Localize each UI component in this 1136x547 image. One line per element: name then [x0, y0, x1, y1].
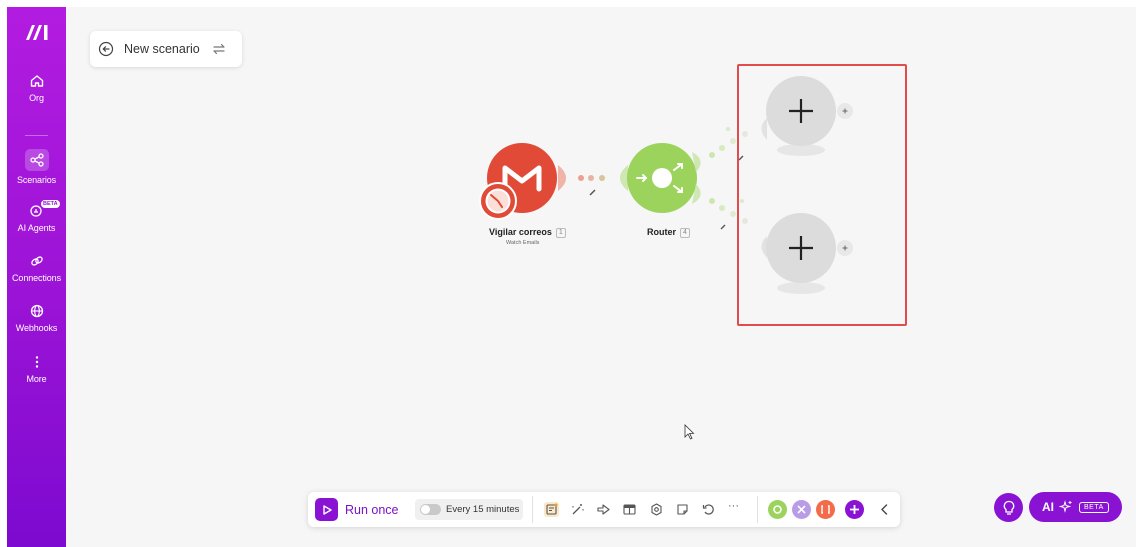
note-icon[interactable]: [675, 502, 690, 517]
filter-icon[interactable]: [726, 127, 730, 131]
connection-dot: [709, 152, 715, 158]
text-parser-module-icon[interactable]: [816, 500, 835, 519]
mouse-cursor-icon: [684, 424, 695, 440]
module-number-badge: 1: [555, 228, 566, 238]
flow-control-module-icon[interactable]: [792, 500, 811, 519]
gmail-connector: [558, 165, 566, 191]
gear-icon[interactable]: [649, 502, 664, 517]
add-module-plus-button[interactable]: [845, 500, 864, 519]
ai-beta-badge: BETA: [1079, 501, 1109, 513]
run-once-label: Run once: [345, 502, 399, 517]
undo-icon[interactable]: [701, 502, 716, 517]
router-connector: [620, 165, 628, 191]
module-number-badge: 4: [680, 228, 690, 238]
schedule-switch[interactable]: [420, 504, 441, 515]
gmail-module-sublabel: Watch Emails: [506, 240, 540, 246]
wrench-icon[interactable]: [589, 189, 596, 196]
clock-trigger-icon[interactable]: [479, 182, 517, 220]
sparkles-icon: [1059, 500, 1072, 513]
connection-dot: [709, 198, 715, 204]
router-module-label: Router 4: [647, 227, 690, 238]
lightbulb-icon: [1003, 500, 1014, 515]
wrench-icon[interactable]: [720, 224, 726, 230]
more-options-icon[interactable]: ···: [728, 500, 743, 515]
tips-button[interactable]: [994, 493, 1023, 522]
toolbar-divider: [757, 496, 758, 523]
ai-button-label: AI: [1042, 500, 1054, 514]
router-module[interactable]: [627, 143, 697, 213]
connection-dot: [578, 175, 584, 181]
schedule-label: Every 15 minutes: [446, 504, 520, 515]
connection-dot: [730, 138, 736, 144]
ai-assistant-button[interactable]: AI BETA: [1029, 492, 1122, 522]
table-icon[interactable]: [622, 502, 637, 517]
scenario-graph: [479, 76, 853, 440]
connection-dot: [719, 205, 725, 211]
module-name: Router: [647, 227, 676, 237]
module-name: Vigilar correos: [489, 227, 552, 237]
schedule-toggle[interactable]: Every 15 minutes: [415, 499, 523, 520]
auto-save-icon[interactable]: [544, 502, 559, 517]
highlight-annotation: [737, 64, 907, 326]
toolbar-divider: [532, 496, 533, 523]
chevron-left-icon[interactable]: [877, 502, 892, 517]
tools-module-icon[interactable]: [768, 500, 787, 519]
connection-dot: [730, 211, 736, 217]
connection-dot: [588, 175, 594, 181]
run-once-button[interactable]: Run once: [315, 498, 399, 521]
gmail-module-label: Vigilar correos 1: [489, 227, 566, 238]
connection-dot: [719, 145, 725, 151]
arrow-flow-icon[interactable]: [596, 502, 611, 517]
magic-wand-icon[interactable]: [570, 502, 585, 517]
connection-dot: [599, 175, 605, 181]
bottom-toolbar: Run once Every 15 minutes ···: [308, 492, 900, 527]
play-icon: [315, 498, 338, 521]
